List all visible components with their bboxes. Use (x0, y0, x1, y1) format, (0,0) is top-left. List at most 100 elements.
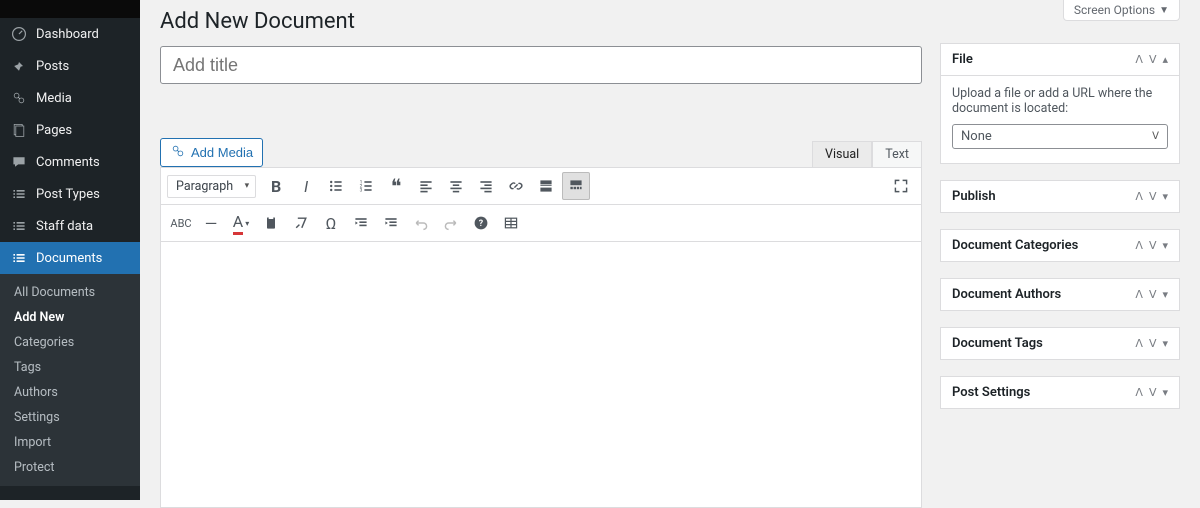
pin-icon (10, 57, 28, 75)
add-media-button[interactable]: Add Media (160, 138, 263, 167)
submenu-categories[interactable]: Categories (0, 330, 140, 355)
tab-visual[interactable]: Visual (812, 141, 872, 167)
fullscreen-button[interactable] (887, 172, 915, 200)
chevron-down-icon: ᐯ (1152, 131, 1159, 142)
italic-button[interactable]: I (292, 172, 320, 200)
tags-panel-title: Document Tags (952, 336, 1043, 351)
move-down-icon[interactable]: ᐯ (1149, 337, 1157, 350)
toggle-icon[interactable]: ▾ (1162, 288, 1168, 301)
move-up-icon[interactable]: ᐱ (1135, 386, 1143, 399)
move-up-icon[interactable]: ᐱ (1135, 337, 1143, 350)
sidebar-label: Post Types (36, 187, 100, 202)
admin-sidebar: Dashboard Posts Media Pages Comments Pos… (0, 0, 140, 500)
outdent-button[interactable] (347, 209, 375, 237)
move-up-icon[interactable]: ᐱ (1135, 239, 1143, 252)
sidebar-menu: Dashboard Posts Media Pages Comments Pos… (0, 18, 140, 274)
media-icon (10, 89, 28, 107)
list-icon (10, 185, 28, 203)
toggle-icon[interactable]: ▾ (1162, 386, 1168, 399)
post-settings-panel-header[interactable]: Post Settings ᐱᐯ ▾ (941, 377, 1179, 408)
sidebar-item-dashboard[interactable]: Dashboard (0, 18, 140, 50)
toggle-icon[interactable]: ▾ (1162, 190, 1168, 203)
list-icon (10, 249, 28, 267)
submenu-all-documents[interactable]: All Documents (0, 280, 140, 305)
strikethrough-button[interactable]: ABC (167, 209, 195, 237)
toggle-icon[interactable]: ▾ (1162, 337, 1168, 350)
submenu-settings[interactable]: Settings (0, 405, 140, 430)
authors-panel-header[interactable]: Document Authors ᐱᐯ ▾ (941, 279, 1179, 310)
sidebar-item-post-types[interactable]: Post Types (0, 178, 140, 210)
clear-formatting-button[interactable] (287, 209, 315, 237)
paste-text-button[interactable] (257, 209, 285, 237)
move-up-icon[interactable]: ᐱ (1135, 288, 1143, 301)
dashboard-icon (10, 25, 28, 43)
horizontal-rule-button[interactable]: — (197, 209, 225, 237)
file-panel-description: Upload a file or add a URL where the doc… (952, 86, 1168, 116)
meta-column: File ᐱ ᐯ ▴ Upload a file or add a URL wh… (940, 43, 1180, 508)
editor-toolbar-row1: Paragraph B I 123 ❝ (161, 168, 921, 205)
categories-panel-title: Document Categories (952, 238, 1078, 253)
screen-options-button[interactable]: Screen Options ▼ (1063, 0, 1180, 21)
bold-button[interactable]: B (262, 172, 290, 200)
submenu-add-new[interactable]: Add New (0, 305, 140, 330)
sidebar-item-staff-data[interactable]: Staff data (0, 210, 140, 242)
authors-panel-title: Document Authors (952, 287, 1061, 302)
publish-panel-header[interactable]: Publish ᐱᐯ▾ (941, 181, 1179, 212)
move-down-icon[interactable]: ᐯ (1149, 239, 1157, 252)
align-right-button[interactable] (472, 172, 500, 200)
tags-panel-header[interactable]: Document Tags ᐱᐯ ▾ (941, 328, 1179, 359)
sidebar-item-documents[interactable]: Documents (0, 242, 140, 274)
numbered-list-button[interactable]: 123 (352, 172, 380, 200)
svg-text:?: ? (479, 219, 484, 229)
tab-text[interactable]: Text (872, 141, 922, 167)
submenu-authors[interactable]: Authors (0, 380, 140, 405)
move-down-icon[interactable]: ᐯ (1149, 288, 1157, 301)
move-up-icon[interactable]: ᐱ (1135, 53, 1143, 66)
editor-content-area[interactable] (161, 242, 921, 507)
redo-button[interactable] (437, 209, 465, 237)
submenu-tags[interactable]: Tags (0, 355, 140, 380)
indent-button[interactable] (377, 209, 405, 237)
editor-box: Paragraph B I 123 ❝ (160, 167, 922, 508)
sidebar-item-media[interactable]: Media (0, 82, 140, 114)
submenu-protect[interactable]: Protect (0, 455, 140, 480)
sidebar-item-pages[interactable]: Pages (0, 114, 140, 146)
align-left-button[interactable] (412, 172, 440, 200)
sidebar-item-posts[interactable]: Posts (0, 50, 140, 82)
format-select[interactable]: Paragraph (167, 175, 256, 198)
file-panel-header[interactable]: File ᐱ ᐯ ▴ (941, 44, 1179, 75)
publish-panel: Publish ᐱᐯ▾ (940, 180, 1180, 213)
page-title: Add New Document (160, 9, 1180, 34)
help-button[interactable]: ? (467, 209, 495, 237)
move-up-icon[interactable]: ᐱ (1135, 190, 1143, 203)
move-down-icon[interactable]: ᐯ (1149, 53, 1157, 66)
move-down-icon[interactable]: ᐯ (1149, 386, 1157, 399)
toggle-icon[interactable]: ▾ (1162, 239, 1168, 252)
screen-options-label: Screen Options (1074, 3, 1155, 17)
toolbar-toggle-button[interactable] (562, 172, 590, 200)
move-down-icon[interactable]: ᐯ (1149, 190, 1157, 203)
categories-panel-header[interactable]: Document Categories ᐱᐯ ▾ (941, 230, 1179, 261)
file-panel-title: File (952, 52, 973, 67)
special-char-button[interactable]: Ω (317, 209, 345, 237)
submenu-import[interactable]: Import (0, 430, 140, 455)
sidebar-label: Pages (36, 123, 72, 138)
toggle-icon[interactable]: ▴ (1162, 53, 1168, 66)
blockquote-button[interactable]: ❝ (382, 172, 410, 200)
bullet-list-button[interactable] (322, 172, 350, 200)
file-type-select[interactable]: None ᐯ (952, 124, 1168, 149)
media-icon (170, 143, 186, 162)
align-center-button[interactable] (442, 172, 470, 200)
read-more-button[interactable] (532, 172, 560, 200)
panel-controls: ᐱ ᐯ ▴ (1135, 53, 1168, 66)
tags-panel: Document Tags ᐱᐯ ▾ (940, 327, 1180, 360)
link-button[interactable] (502, 172, 530, 200)
text-color-button[interactable]: A▾ (227, 209, 255, 237)
undo-button[interactable] (407, 209, 435, 237)
document-title-input[interactable] (160, 46, 922, 84)
page-icon (10, 121, 28, 139)
file-panel-body: Upload a file or add a URL where the doc… (941, 75, 1179, 163)
post-settings-panel-title: Post Settings (952, 385, 1030, 400)
sidebar-item-comments[interactable]: Comments (0, 146, 140, 178)
table-button[interactable] (497, 209, 525, 237)
